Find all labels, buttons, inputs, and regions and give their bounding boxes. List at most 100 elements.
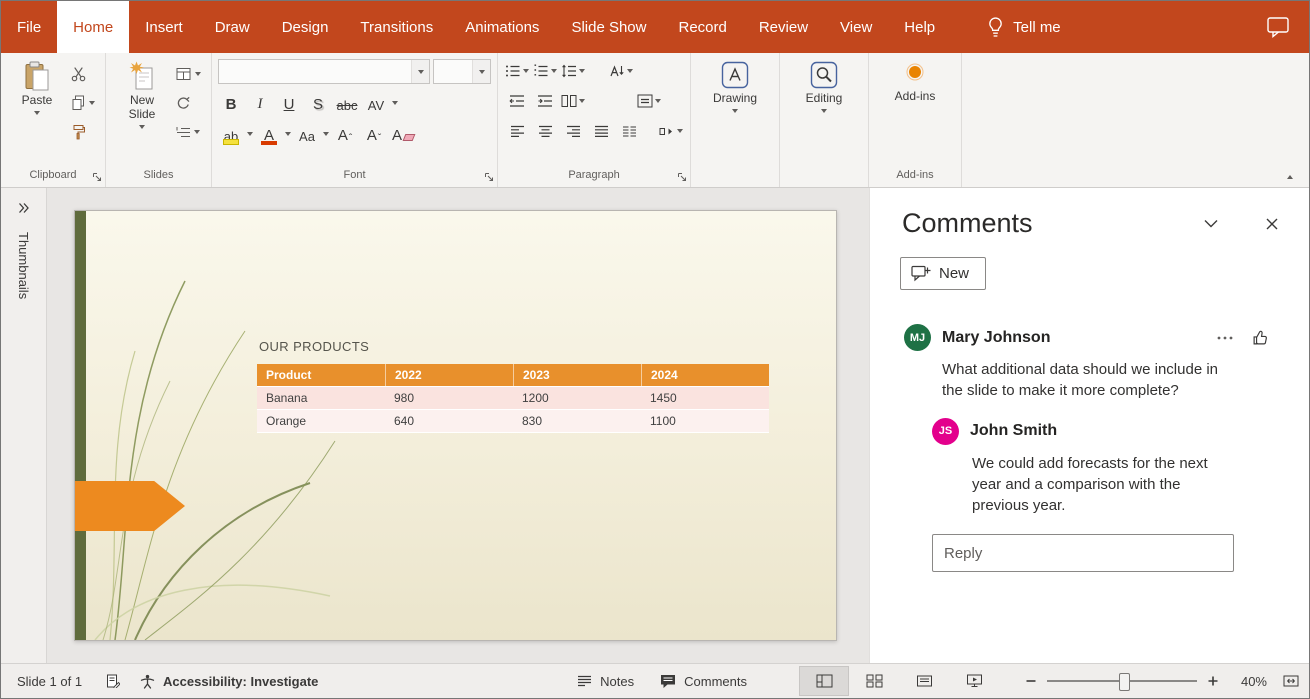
chat-bubble-icon[interactable] (1267, 1, 1289, 53)
accessibility-icon (140, 674, 155, 689)
proofing-icon[interactable] (106, 674, 120, 688)
tab-transitions[interactable]: Transitions (344, 1, 449, 53)
decrease-indent-button[interactable] (504, 90, 530, 112)
main-area: Thumbnails OUR PRODUCTS Prod (1, 188, 1309, 663)
zoom-out-button[interactable] (1025, 675, 1037, 687)
zoom-slider[interactable] (1047, 680, 1197, 682)
slide-sorter-view-button[interactable] (849, 666, 899, 696)
tab-file[interactable]: File (1, 1, 57, 53)
numbering-button[interactable] (532, 60, 558, 82)
more-actions-icon[interactable] (1212, 331, 1238, 345)
clipboard-dialog-launcher[interactable] (92, 172, 102, 182)
change-case-dropdown[interactable] (323, 132, 329, 136)
section-icon (176, 126, 191, 139)
ribbon-tab-bar: File Home Insert Draw Design Transitions… (1, 1, 1309, 53)
align-right-button[interactable] (560, 120, 586, 142)
font-group-label: Font (343, 169, 365, 181)
tab-review[interactable]: Review (743, 1, 824, 53)
status-bar: Slide 1 of 1 Accessibility: Investigate … (1, 663, 1309, 698)
tab-help[interactable]: Help (888, 1, 951, 53)
underline-button[interactable]: U (276, 91, 302, 115)
zoom-in-button[interactable] (1207, 675, 1219, 687)
align-text-button[interactable] (636, 90, 662, 112)
fit-slide-to-window-button[interactable] (1283, 674, 1299, 688)
close-comments-icon[interactable] (1265, 217, 1279, 231)
cut-button[interactable] (71, 65, 95, 83)
accessibility-checker-button[interactable]: Accessibility: Investigate (140, 674, 318, 689)
highlight-dropdown[interactable] (247, 132, 253, 136)
font-name-combo[interactable] (218, 59, 430, 84)
tab-draw[interactable]: Draw (199, 1, 266, 53)
thumbnails-strip: Thumbnails (1, 188, 47, 663)
orange-arrow-shape[interactable] (75, 481, 185, 531)
strikethrough-button[interactable]: abc (334, 91, 360, 115)
increase-indent-button[interactable] (532, 90, 558, 112)
justify-button[interactable] (588, 120, 614, 142)
character-spacing-dropdown[interactable] (392, 101, 398, 105)
decrease-font-size-button[interactable]: Aˇ (361, 122, 387, 146)
font-size-combo[interactable] (433, 59, 491, 84)
editing-button[interactable]: Editing (794, 56, 854, 113)
normal-view-button[interactable] (799, 666, 849, 696)
addins-button[interactable]: Add-ins (885, 56, 945, 104)
reading-view-button[interactable] (899, 666, 949, 696)
copy-button[interactable] (71, 94, 95, 112)
highlight-button[interactable]: ab (218, 122, 244, 146)
align-center-button[interactable] (532, 120, 558, 142)
convert-to-smartart-button[interactable] (658, 120, 684, 142)
tab-record[interactable]: Record (662, 1, 742, 53)
text-shadow-button[interactable]: S (305, 91, 331, 115)
new-slide-button[interactable]: New Slide (112, 56, 172, 129)
font-color-dropdown[interactable] (285, 132, 291, 136)
columns-button[interactable] (560, 90, 586, 112)
table-row: Orange 640 830 1100 (257, 410, 769, 433)
paragraph-group-label: Paragraph (568, 169, 619, 181)
tab-slide-show[interactable]: Slide Show (555, 1, 662, 53)
tell-me-button[interactable]: Tell me (977, 1, 1071, 53)
text-direction-button[interactable] (608, 60, 634, 82)
increase-font-size-button[interactable]: Aˆ (332, 122, 358, 146)
bullets-button[interactable] (504, 60, 530, 82)
align-left-button[interactable] (504, 120, 530, 142)
thumbs-up-icon[interactable] (1252, 329, 1269, 346)
zoom-slider-thumb[interactable] (1119, 673, 1130, 691)
section-button[interactable] (176, 123, 201, 141)
italic-button[interactable]: I (247, 91, 273, 115)
reset-slide-button[interactable] (176, 94, 201, 112)
tab-design[interactable]: Design (266, 1, 345, 53)
line-spacing-button[interactable] (560, 60, 586, 82)
zoom-percentage[interactable]: 40% (1229, 674, 1267, 689)
collapse-comments-chevron-icon[interactable] (1203, 219, 1219, 229)
tab-animations[interactable]: Animations (449, 1, 555, 53)
format-painter-button[interactable] (71, 123, 95, 141)
change-case-button[interactable]: Aa (294, 122, 320, 146)
products-table[interactable]: Product 2022 2023 2024 Banana 980 1200 1… (257, 364, 769, 433)
clear-formatting-button[interactable]: A (390, 122, 416, 146)
slide-show-button[interactable] (949, 666, 999, 696)
expand-thumbnails-chevron[interactable] (17, 202, 30, 214)
collapse-ribbon-chevron[interactable] (1287, 175, 1293, 179)
table-cell: Banana (257, 387, 385, 409)
add-remove-columns-button[interactable] (616, 120, 642, 142)
drawing-label: Drawing (713, 92, 757, 106)
table-cell: Orange (257, 410, 385, 432)
bold-button[interactable]: B (218, 91, 244, 115)
comments-toggle-button[interactable]: Comments (660, 674, 747, 689)
tab-view[interactable]: View (824, 1, 888, 53)
slide[interactable]: OUR PRODUCTS Product 2022 2023 2024 Bana… (74, 210, 837, 641)
font-color-button[interactable]: A (256, 122, 282, 146)
slide-title-text[interactable]: OUR PRODUCTS (259, 339, 369, 354)
copy-icon (71, 95, 86, 111)
eraser-icon (403, 134, 416, 141)
paragraph-dialog-launcher[interactable] (677, 172, 687, 182)
tab-insert[interactable]: Insert (129, 1, 199, 53)
drawing-button[interactable]: Drawing (705, 56, 765, 113)
tab-home[interactable]: Home (57, 1, 129, 53)
font-dialog-launcher[interactable] (484, 172, 494, 182)
paste-button[interactable]: Paste (7, 56, 67, 115)
character-spacing-button[interactable]: AV (363, 91, 389, 115)
notes-toggle-button[interactable]: Notes (577, 674, 634, 689)
new-comment-button[interactable]: New (900, 257, 986, 290)
reply-input[interactable] (932, 534, 1234, 572)
slide-layout-button[interactable] (176, 65, 201, 83)
